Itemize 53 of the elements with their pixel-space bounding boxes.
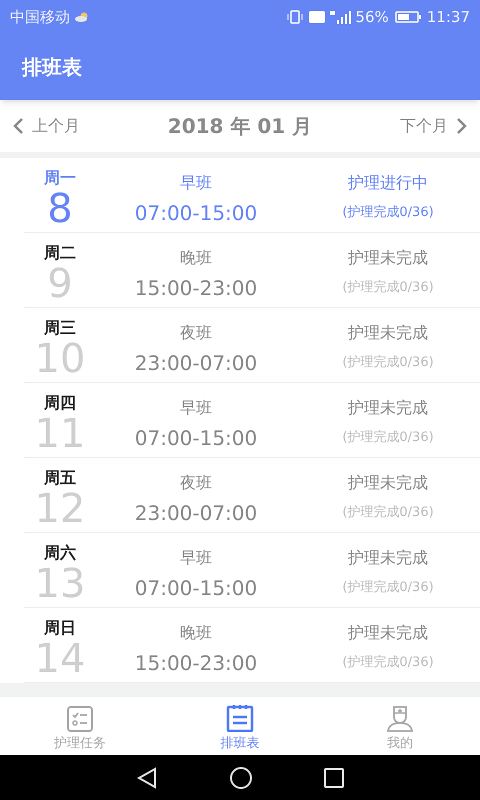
- shift-name: 夜班: [180, 322, 212, 344]
- progress-text: (护理完成0/36): [342, 579, 434, 597]
- month-title: 2018 年 01 月: [166, 113, 314, 140]
- shift-name: 早班: [180, 547, 212, 569]
- status-text: 护理未完成: [348, 397, 428, 419]
- back-icon[interactable]: [136, 766, 158, 788]
- shift-name: 早班: [180, 397, 212, 419]
- weekday-text: 周二: [44, 243, 76, 263]
- status-text: 护理未完成: [348, 322, 428, 344]
- shift-hours: 07:00-15:00: [134, 200, 258, 226]
- shift-name: 夜班: [180, 472, 212, 494]
- shift-hours: 23:00-07:00: [134, 350, 258, 376]
- status-text: 护理未完成: [348, 547, 428, 569]
- calendar-icon: [226, 704, 254, 732]
- progress-text: (护理完成0/36): [342, 504, 434, 522]
- progress-text: (护理完成0/36): [342, 654, 434, 672]
- weekday-text: 周六: [44, 543, 76, 563]
- day-number: 8: [47, 188, 73, 230]
- app-title: 排班表: [22, 54, 82, 81]
- progress-text: (护理完成0/36): [342, 204, 434, 222]
- battery-text: 56%: [355, 6, 389, 28]
- shift-hours: 15:00-23:00: [134, 275, 258, 301]
- status-text: 护理未完成: [348, 472, 428, 494]
- progress-text: (护理完成0/36): [342, 279, 434, 297]
- weekday-text: 周五: [44, 468, 76, 488]
- signal-icon: [329, 10, 352, 24]
- progress-text: (护理完成0/36): [342, 354, 434, 372]
- shift-hours: 15:00-23:00: [134, 650, 258, 676]
- shift-name: 晚班: [180, 247, 212, 269]
- clock-text: 11:37: [426, 6, 470, 28]
- weekday-text: 周三: [44, 318, 76, 338]
- status-text: 护理未完成: [348, 247, 428, 269]
- checklist-icon: [67, 706, 93, 732]
- chevron-right-icon: [456, 117, 468, 135]
- weekday-text: 周一: [44, 168, 76, 188]
- recents-icon[interactable]: [324, 768, 344, 788]
- status-text: 护理进行中: [348, 172, 428, 194]
- shift-hours: 23:00-07:00: [134, 500, 258, 526]
- vibrate-icon: [287, 10, 304, 24]
- chevron-left-icon: [12, 117, 24, 135]
- weekday-text: 周四: [44, 393, 76, 413]
- shift-name: 晚班: [180, 622, 212, 644]
- shift-hours: 07:00-15:00: [134, 575, 258, 601]
- weekday-text: 周日: [44, 618, 76, 638]
- carrier-text: 中国移动: [10, 6, 70, 28]
- weather-icon: [74, 12, 90, 22]
- doctor-icon: [386, 704, 414, 732]
- shift-hours: 07:00-15:00: [134, 425, 258, 451]
- battery-icon: [394, 11, 421, 23]
- shift-name: 早班: [180, 172, 212, 194]
- home-icon[interactable]: [228, 766, 253, 790]
- status-text: 护理未完成: [348, 622, 428, 644]
- progress-text: (护理完成0/36): [342, 429, 434, 447]
